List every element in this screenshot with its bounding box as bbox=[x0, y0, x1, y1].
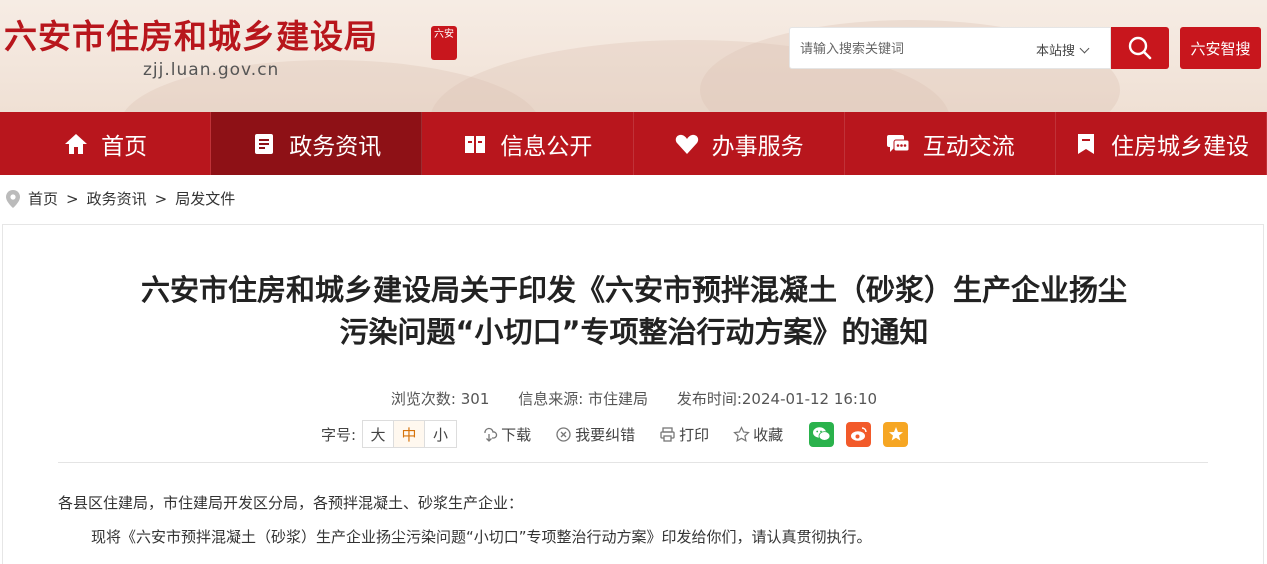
breadcrumb-separator: > bbox=[154, 189, 168, 208]
download-label: 下载 bbox=[501, 425, 532, 444]
search-input[interactable] bbox=[800, 38, 1020, 60]
breadcrumb: 首页 > 政务资讯 > 局发文件 bbox=[6, 188, 235, 209]
views-count: 301 bbox=[460, 390, 490, 408]
share-wechat-button[interactable] bbox=[809, 421, 835, 447]
nav-label: 政务资讯 bbox=[289, 133, 382, 160]
chat-icon bbox=[886, 134, 910, 152]
date-label: 发布时间: bbox=[676, 390, 742, 408]
nav-label: 办事服务 bbox=[711, 133, 804, 160]
article-body-paragraph: 现将《六安市预拌混凝土（砂浆）生产企业扬尘污染问题“小切口”专项整治行动方案》印… bbox=[91, 528, 872, 546]
article-tools: 字号: 大 中 小 下载 我要纠错 打印 收藏 bbox=[321, 420, 909, 448]
breadcrumb-home[interactable]: 首页 bbox=[28, 188, 58, 209]
article-title-line: 六安市住房和城乡建设局关于印发《六安市预拌混凝土（砂浆）生产企业扬尘 bbox=[140, 273, 1127, 307]
book-icon bbox=[465, 135, 486, 153]
breadcrumb-current[interactable]: 局发文件 bbox=[175, 188, 235, 209]
views-label: 浏览次数: bbox=[390, 390, 456, 408]
smart-search-button[interactable]: 六安智搜 bbox=[1180, 27, 1261, 69]
source-value: 市住建局 bbox=[588, 390, 649, 408]
print-label: 打印 bbox=[679, 425, 710, 444]
search-scope-select[interactable]: 本站搜 bbox=[1036, 40, 1090, 59]
document-icon bbox=[255, 133, 274, 154]
qzone-star-icon bbox=[888, 427, 903, 441]
views-meta: 浏览次数: 301 bbox=[391, 390, 489, 408]
site-title[interactable]: 六安市住房和城乡建设局 bbox=[4, 10, 378, 58]
font-size-group: 大 中 小 bbox=[362, 420, 458, 448]
home-icon bbox=[65, 133, 88, 154]
font-size-small[interactable]: 小 bbox=[425, 421, 456, 447]
search-scope-label: 本站搜 bbox=[1036, 44, 1076, 59]
nav-label: 首页 bbox=[101, 133, 148, 160]
chevron-down-icon bbox=[1079, 43, 1090, 54]
article-title-line: 污染问题“小切口”专项整治行动方案》的通知 bbox=[339, 315, 929, 349]
font-size-large[interactable]: 大 bbox=[363, 421, 395, 447]
article-meta: 浏览次数: 301 信息来源: 市住建局 发布时间:2024-01-12 16:… bbox=[3, 388, 1265, 409]
error-icon bbox=[556, 426, 571, 442]
report-error-label: 我要纠错 bbox=[575, 425, 636, 444]
weibo-icon bbox=[850, 427, 867, 441]
favorite-button[interactable]: 收藏 bbox=[733, 424, 783, 445]
nav-item-info-public[interactable]: 信息公开 bbox=[422, 112, 634, 175]
article-card: 六安市住房和城乡建设局关于印发《六安市预拌混凝土（砂浆）生产企业扬尘 污染问题“… bbox=[2, 224, 1264, 564]
search-button[interactable] bbox=[1111, 27, 1169, 69]
search-box: 本站搜 bbox=[789, 27, 1111, 69]
nav-item-interaction[interactable]: 互动交流 bbox=[845, 112, 1056, 175]
heart-icon bbox=[675, 134, 698, 154]
search-icon bbox=[1128, 36, 1152, 60]
article-salutation: 各县区住建局，市住建局开发区分局，各预拌混凝土、砂浆生产企业： bbox=[58, 494, 524, 512]
share-weibo-button[interactable] bbox=[846, 421, 872, 447]
source-label: 信息来源: bbox=[518, 390, 584, 408]
date-value: 2024-01-12 16:10 bbox=[741, 390, 878, 408]
nav-label: 信息公开 bbox=[500, 133, 593, 160]
font-size-medium[interactable]: 中 bbox=[394, 421, 426, 447]
location-pin-icon bbox=[6, 189, 20, 208]
download-button[interactable]: 下载 bbox=[481, 424, 531, 445]
breadcrumb-news[interactable]: 政务资讯 bbox=[87, 188, 147, 209]
main-nav: 首页 政务资讯 信息公开 办事服务 互动交流 住房城乡建设 bbox=[0, 112, 1267, 175]
nav-label: 互动交流 bbox=[922, 133, 1015, 160]
divider bbox=[58, 462, 1208, 463]
bookmark-icon bbox=[1077, 133, 1094, 154]
breadcrumb-separator: > bbox=[66, 189, 79, 208]
nav-item-home[interactable]: 首页 bbox=[0, 112, 212, 175]
date-meta: 发布时间:2024-01-12 16:10 bbox=[677, 390, 877, 408]
article-title: 六安市住房和城乡建设局关于印发《六安市预拌混凝土（砂浆）生产企业扬尘 污染问题“… bbox=[3, 269, 1265, 353]
print-icon bbox=[660, 426, 675, 442]
font-size-label: 字号: bbox=[321, 425, 357, 444]
seal-logo: 六安 bbox=[431, 26, 457, 60]
download-icon bbox=[484, 427, 498, 442]
site-domain: zjj.luan.gov.cn bbox=[143, 60, 280, 80]
nav-label: 住房城乡建设 bbox=[1110, 133, 1249, 160]
favorite-label: 收藏 bbox=[753, 425, 784, 444]
nav-item-construction[interactable]: 住房城乡建设 bbox=[1056, 112, 1267, 175]
site-header: 六安市住房和城乡建设局 六安 zjj.luan.gov.cn 本站搜 六安智搜 bbox=[0, 0, 1267, 112]
nav-item-news[interactable]: 政务资讯 bbox=[211, 112, 423, 175]
nav-item-services[interactable]: 办事服务 bbox=[634, 112, 845, 175]
star-icon bbox=[733, 425, 750, 442]
report-error-button[interactable]: 我要纠错 bbox=[555, 424, 635, 445]
print-button[interactable]: 打印 bbox=[659, 424, 709, 445]
share-qzone-button[interactable] bbox=[883, 421, 909, 447]
source-meta: 信息来源: 市住建局 bbox=[518, 390, 648, 408]
wechat-icon bbox=[813, 427, 831, 441]
